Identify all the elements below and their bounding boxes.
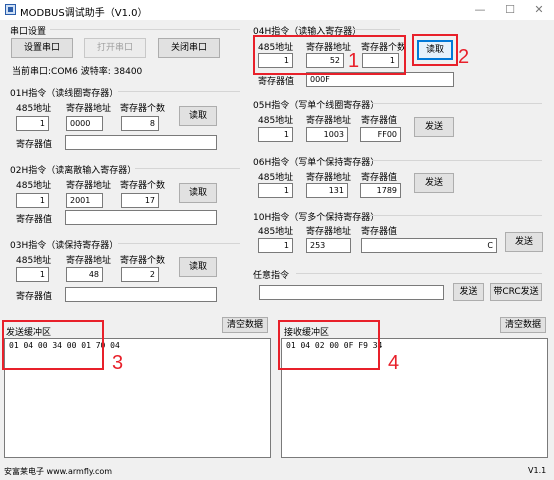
serial-title: 串口设置	[10, 27, 47, 37]
f03-title: 03H指令（读保持寄存器）	[10, 241, 119, 251]
f06-addr-label: 485地址	[258, 173, 294, 183]
f10-send-button[interactable]: 发送	[505, 232, 543, 252]
annotation-box-1	[253, 35, 406, 75]
f02-read-button[interactable]: 读取	[179, 183, 217, 203]
f06-title: 06H指令（写单个保持寄存器）	[253, 158, 380, 168]
f02-count-label: 寄存器个数	[120, 181, 166, 191]
footer-version: V1.1	[528, 466, 547, 475]
f01-count-input[interactable]: 8	[121, 116, 159, 131]
f10-reg-input[interactable]: 253	[306, 238, 351, 253]
f10-addr-input[interactable]: 1	[258, 238, 293, 253]
f03-read-button[interactable]: 读取	[179, 257, 217, 277]
f03-addr-input[interactable]: 1	[16, 267, 49, 282]
setup-serial-button[interactable]: 设置串口	[11, 38, 73, 58]
f10-title: 10H指令（写多个保持寄存器）	[253, 213, 380, 223]
f05-reg-label: 寄存器地址	[306, 116, 352, 126]
f03-addr-label: 485地址	[16, 256, 52, 266]
f06-reg-label: 寄存器地址	[306, 173, 352, 183]
f05-addr-input[interactable]: 1	[258, 127, 293, 142]
send-with-crc-button[interactable]: 带CRC发送	[490, 283, 542, 301]
any-title: 任意指令	[253, 271, 290, 281]
f03-reg-input[interactable]: 48	[66, 267, 103, 282]
f06-separator	[372, 160, 542, 161]
f10-separator	[368, 215, 542, 216]
f10-reg-label: 寄存器地址	[306, 227, 352, 237]
f05-addr-label: 485地址	[258, 116, 294, 126]
f06-addr-input[interactable]: 1	[258, 183, 293, 198]
f10-addr-label: 485地址	[258, 227, 294, 237]
f01-separator	[118, 91, 240, 92]
recv-clear-button[interactable]: 清空数据	[500, 317, 546, 333]
f05-separator	[372, 103, 542, 104]
f06-value-label: 寄存器值	[361, 173, 398, 183]
serial-separator	[50, 29, 240, 30]
f02-reg-label: 寄存器地址	[66, 181, 112, 191]
f10-value-label: 寄存器值	[361, 227, 398, 237]
any-separator	[296, 273, 542, 274]
f01-value-label: 寄存器值	[16, 140, 53, 150]
f03-value-label: 寄存器值	[16, 292, 53, 302]
any-send-button[interactable]: 发送	[453, 283, 484, 301]
f02-count-input[interactable]: 17	[121, 193, 159, 208]
f04-separator	[352, 29, 400, 30]
any-command-input[interactable]	[259, 285, 444, 300]
f02-reg-input[interactable]: 2001	[66, 193, 103, 208]
maximize-button[interactable]: ☐	[495, 0, 525, 20]
send-clear-button[interactable]: 清空数据	[222, 317, 268, 333]
f02-separator	[135, 168, 240, 169]
f01-title: 01H指令（读线圈寄存器）	[10, 89, 119, 99]
f04-value-label: 寄存器值	[258, 77, 295, 87]
f03-reg-label: 寄存器地址	[66, 256, 112, 266]
close-button[interactable]: ✕	[524, 0, 554, 20]
f06-value-input[interactable]: 1789	[360, 183, 401, 198]
f03-separator	[118, 243, 240, 244]
f05-value-label: 寄存器值	[361, 116, 398, 126]
annotation-box-4	[278, 320, 380, 370]
f03-count-input[interactable]: 2	[121, 267, 159, 282]
f05-title: 05H指令（写单个线圈寄存器）	[253, 101, 380, 111]
footer-company: 安富莱电子 www.armfly.com	[4, 467, 113, 476]
annotation-number-1: 1	[348, 50, 360, 72]
annotation-box-3	[2, 320, 104, 370]
close-serial-button[interactable]: 关闭串口	[158, 38, 220, 58]
f05-reg-input[interactable]: 1003	[306, 127, 348, 142]
f01-reg-input[interactable]: 0000	[66, 116, 103, 131]
minimize-button[interactable]: —	[465, 0, 495, 20]
annotation-number-3: 3	[112, 352, 124, 374]
f02-title: 02H指令（读离散输入寄存器）	[10, 166, 137, 176]
annotation-box-2	[412, 34, 458, 66]
f01-read-button[interactable]: 读取	[179, 106, 217, 126]
f02-value-input[interactable]	[65, 210, 217, 225]
f06-send-button[interactable]: 发送	[414, 173, 454, 193]
f02-addr-label: 485地址	[16, 181, 52, 191]
f02-value-label: 寄存器值	[16, 215, 53, 225]
app-icon	[5, 4, 16, 15]
annotation-number-2: 2	[458, 46, 470, 68]
f10-value-input[interactable]: C	[361, 238, 497, 253]
f01-value-input[interactable]	[65, 135, 217, 150]
f01-reg-label: 寄存器地址	[66, 104, 112, 114]
f05-value-input[interactable]: FF00	[360, 127, 401, 142]
f01-count-label: 寄存器个数	[120, 104, 166, 114]
f03-count-label: 寄存器个数	[120, 256, 166, 266]
f06-reg-input[interactable]: 131	[306, 183, 348, 198]
f01-addr-label: 485地址	[16, 104, 52, 114]
window-title: MODBUS调试助手（V1.0）	[20, 8, 148, 19]
f02-addr-input[interactable]: 1	[16, 193, 49, 208]
f05-send-button[interactable]: 发送	[414, 117, 454, 137]
serial-status: 当前串口:COM6 波特率: 38400	[12, 67, 143, 77]
f01-addr-input[interactable]: 1	[16, 116, 49, 131]
f03-value-input[interactable]	[65, 287, 217, 302]
annotation-number-4: 4	[388, 352, 400, 374]
open-serial-button[interactable]: 打开串口	[84, 38, 146, 58]
